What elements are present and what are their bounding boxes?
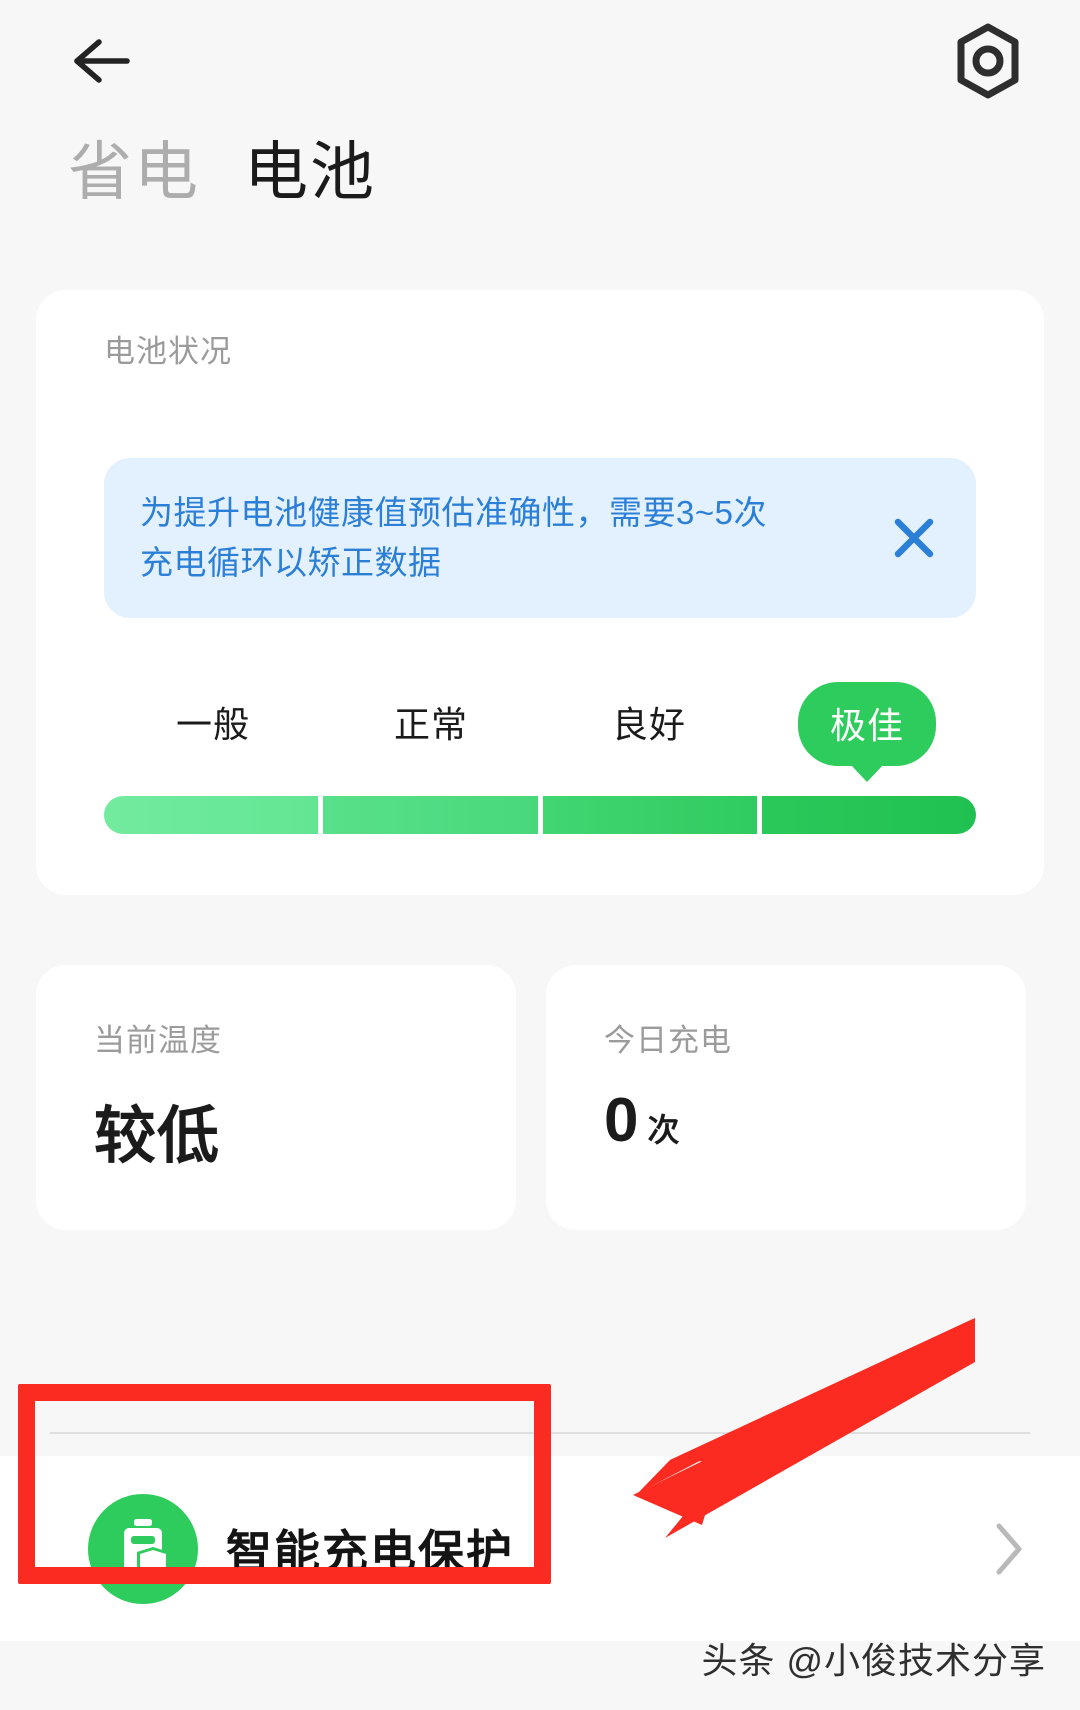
settings-button[interactable]: [948, 22, 1028, 100]
health-segment-3: [761, 796, 976, 834]
page-title-tabs: 省电 电池: [68, 136, 376, 210]
stat-value-charge-count: 0: [604, 1086, 640, 1155]
battery-health-card: 电池状况 为提升电池健康值预估准确性，需要3~5次充电循环以矫正数据 一般 正常…: [36, 290, 1044, 895]
rating-label-1: 正常: [393, 704, 469, 745]
stat-value-temperature: 较低: [94, 1102, 221, 1171]
stat-card-charge-count: 今日充电 0 次: [546, 965, 1026, 1230]
battery-shield-icon: [124, 1518, 169, 1581]
health-segment-1: [323, 796, 538, 834]
calibration-info-banner: 为提升电池健康值预估准确性，需要3~5次充电循环以矫正数据: [104, 458, 976, 618]
chevron-right-button[interactable]: [984, 1519, 1034, 1579]
stat-label-charge-count: 今日充电: [604, 1023, 732, 1058]
calibration-info-text: 为提升电池健康值预估准确性，需要3~5次充电循环以矫正数据: [140, 494, 767, 581]
stat-value-temperature-wrap: 较低: [94, 1085, 220, 1175]
health-segment-0: [104, 796, 319, 834]
stat-unit-charge-count: 次: [647, 1112, 681, 1148]
health-segment-2: [542, 796, 757, 834]
close-x-icon: [894, 518, 934, 558]
stat-value-charge-count-wrap: 0 次: [604, 1085, 681, 1156]
battery-shield-icon-circle: [88, 1493, 198, 1604]
rating-badge-selected: 极佳: [797, 682, 937, 766]
banner-close-button[interactable]: [882, 506, 946, 570]
health-level-bar: [104, 796, 976, 834]
list-item-smart-charging-protection[interactable]: 智能充电保护: [0, 1456, 1080, 1641]
watermark-text: 头条 @小俊技术分享: [701, 1640, 1046, 1681]
hexagon-nut-settings-icon: [957, 23, 1019, 99]
battery-health-card-label: 电池状况: [104, 334, 232, 369]
back-button[interactable]: [62, 26, 138, 96]
tab-battery[interactable]: 电池: [244, 136, 376, 210]
stat-card-temperature: 当前温度 较低: [36, 965, 516, 1230]
rating-label-0: 一般: [175, 704, 251, 745]
rating-label-2: 良好: [611, 704, 687, 745]
battery-settings-screen: 省电 电池 电池状况 为提升电池健康值预估准确性，需要3~5次充电循环以矫正数据…: [0, 0, 1080, 1710]
arrow-left-icon: [74, 39, 130, 83]
stat-label-temperature: 当前温度: [94, 1023, 222, 1058]
health-rating-labels: 一般 正常 良好 极佳: [104, 682, 976, 774]
section-divider: [50, 1432, 1030, 1434]
list-item-title-smart-charging: 智能充电保护: [226, 1525, 514, 1578]
chevron-right-icon: [996, 1523, 1022, 1574]
top-bar: [0, 0, 1080, 120]
tab-power-saving[interactable]: 省电: [68, 136, 200, 210]
